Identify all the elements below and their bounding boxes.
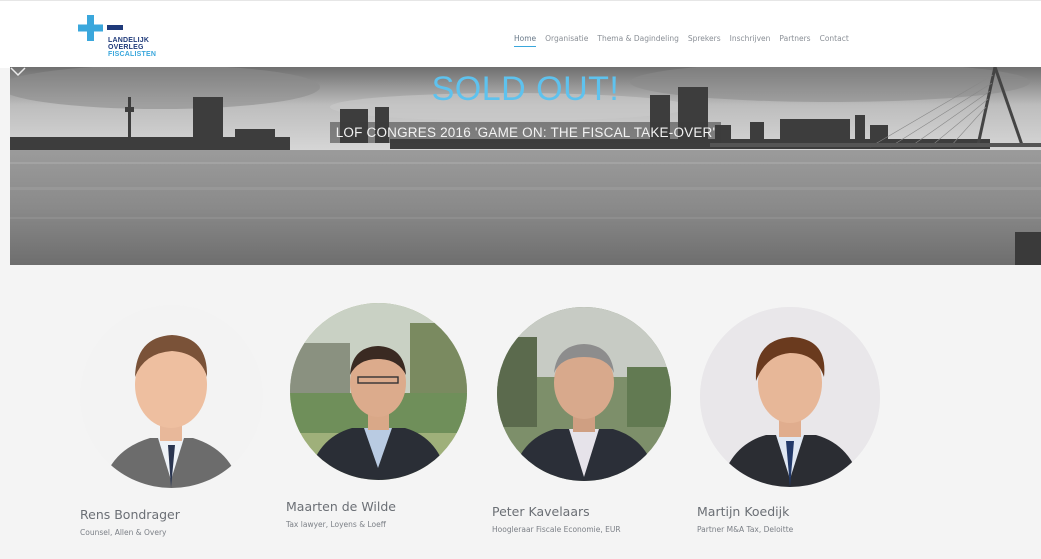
nav-home[interactable]: Home	[514, 34, 537, 47]
speaker-portrait-image	[80, 305, 263, 488]
nav-organisatie[interactable]: Organisatie	[545, 34, 588, 47]
speaker-portrait-image	[497, 307, 671, 481]
speaker-photo	[80, 305, 263, 488]
nav-partners[interactable]: Partners	[779, 34, 810, 47]
logo-line-2: OVERLEG	[108, 44, 144, 51]
logo-line-3: FISCALISTEN	[108, 51, 157, 58]
nav-contact[interactable]: Contact	[820, 34, 849, 47]
speaker-role: Tax lawyer, Loyens & Loeff	[286, 520, 386, 529]
speaker-role: Counsel, Allen & Overy	[80, 528, 167, 537]
speaker-name: Maarten de Wilde	[286, 499, 396, 514]
speaker-photo	[497, 307, 671, 481]
hero-subtitle: LOF CONGRES 2016 'GAME ON: THE FISCAL TA…	[329, 122, 722, 143]
speaker-photo	[700, 307, 880, 487]
top-bar: LANDELIJK OVERLEG FISCALISTEN Home Organ…	[0, 0, 1041, 68]
site-logo[interactable]: LANDELIJK OVERLEG FISCALISTEN	[78, 15, 188, 63]
speaker-name: Rens Bondrager	[80, 507, 180, 522]
speaker-role: Partner M&A Tax, Deloitte	[697, 525, 794, 534]
speaker-photo	[290, 303, 467, 480]
speaker-name: Martijn Koedijk	[697, 504, 790, 519]
speaker-portrait-image	[700, 307, 880, 487]
hero-banner: SOLD OUT! LOF CONGRES 2016 'GAME ON: THE…	[10, 67, 1041, 265]
chevron-down-icon[interactable]	[10, 67, 26, 77]
logo-line-1: LANDELIJK	[108, 37, 150, 44]
nav-thema-dagindeling[interactable]: Thema & Dagindeling	[597, 34, 679, 47]
speaker-portrait-image	[290, 303, 467, 480]
hero-subtitle-wrap: LOF CONGRES 2016 'GAME ON: THE FISCAL TA…	[10, 122, 1041, 143]
nav-inschrijven[interactable]: Inschrijven	[730, 34, 771, 47]
speaker-name: Peter Kavelaars	[492, 504, 590, 519]
speakers-section: Rens Bondrager Counsel, Allen & Overy Ma…	[0, 265, 1041, 559]
speaker-role: Hoogleraar Fiscale Economie, EUR	[492, 525, 621, 534]
main-nav: Home Organisatie Thema & Dagindeling Spr…	[514, 34, 858, 47]
logo-text: LANDELIJK OVERLEG FISCALISTEN	[108, 37, 156, 58]
hero-headline: SOLD OUT!	[431, 70, 620, 108]
nav-sprekers[interactable]: Sprekers	[688, 34, 721, 47]
